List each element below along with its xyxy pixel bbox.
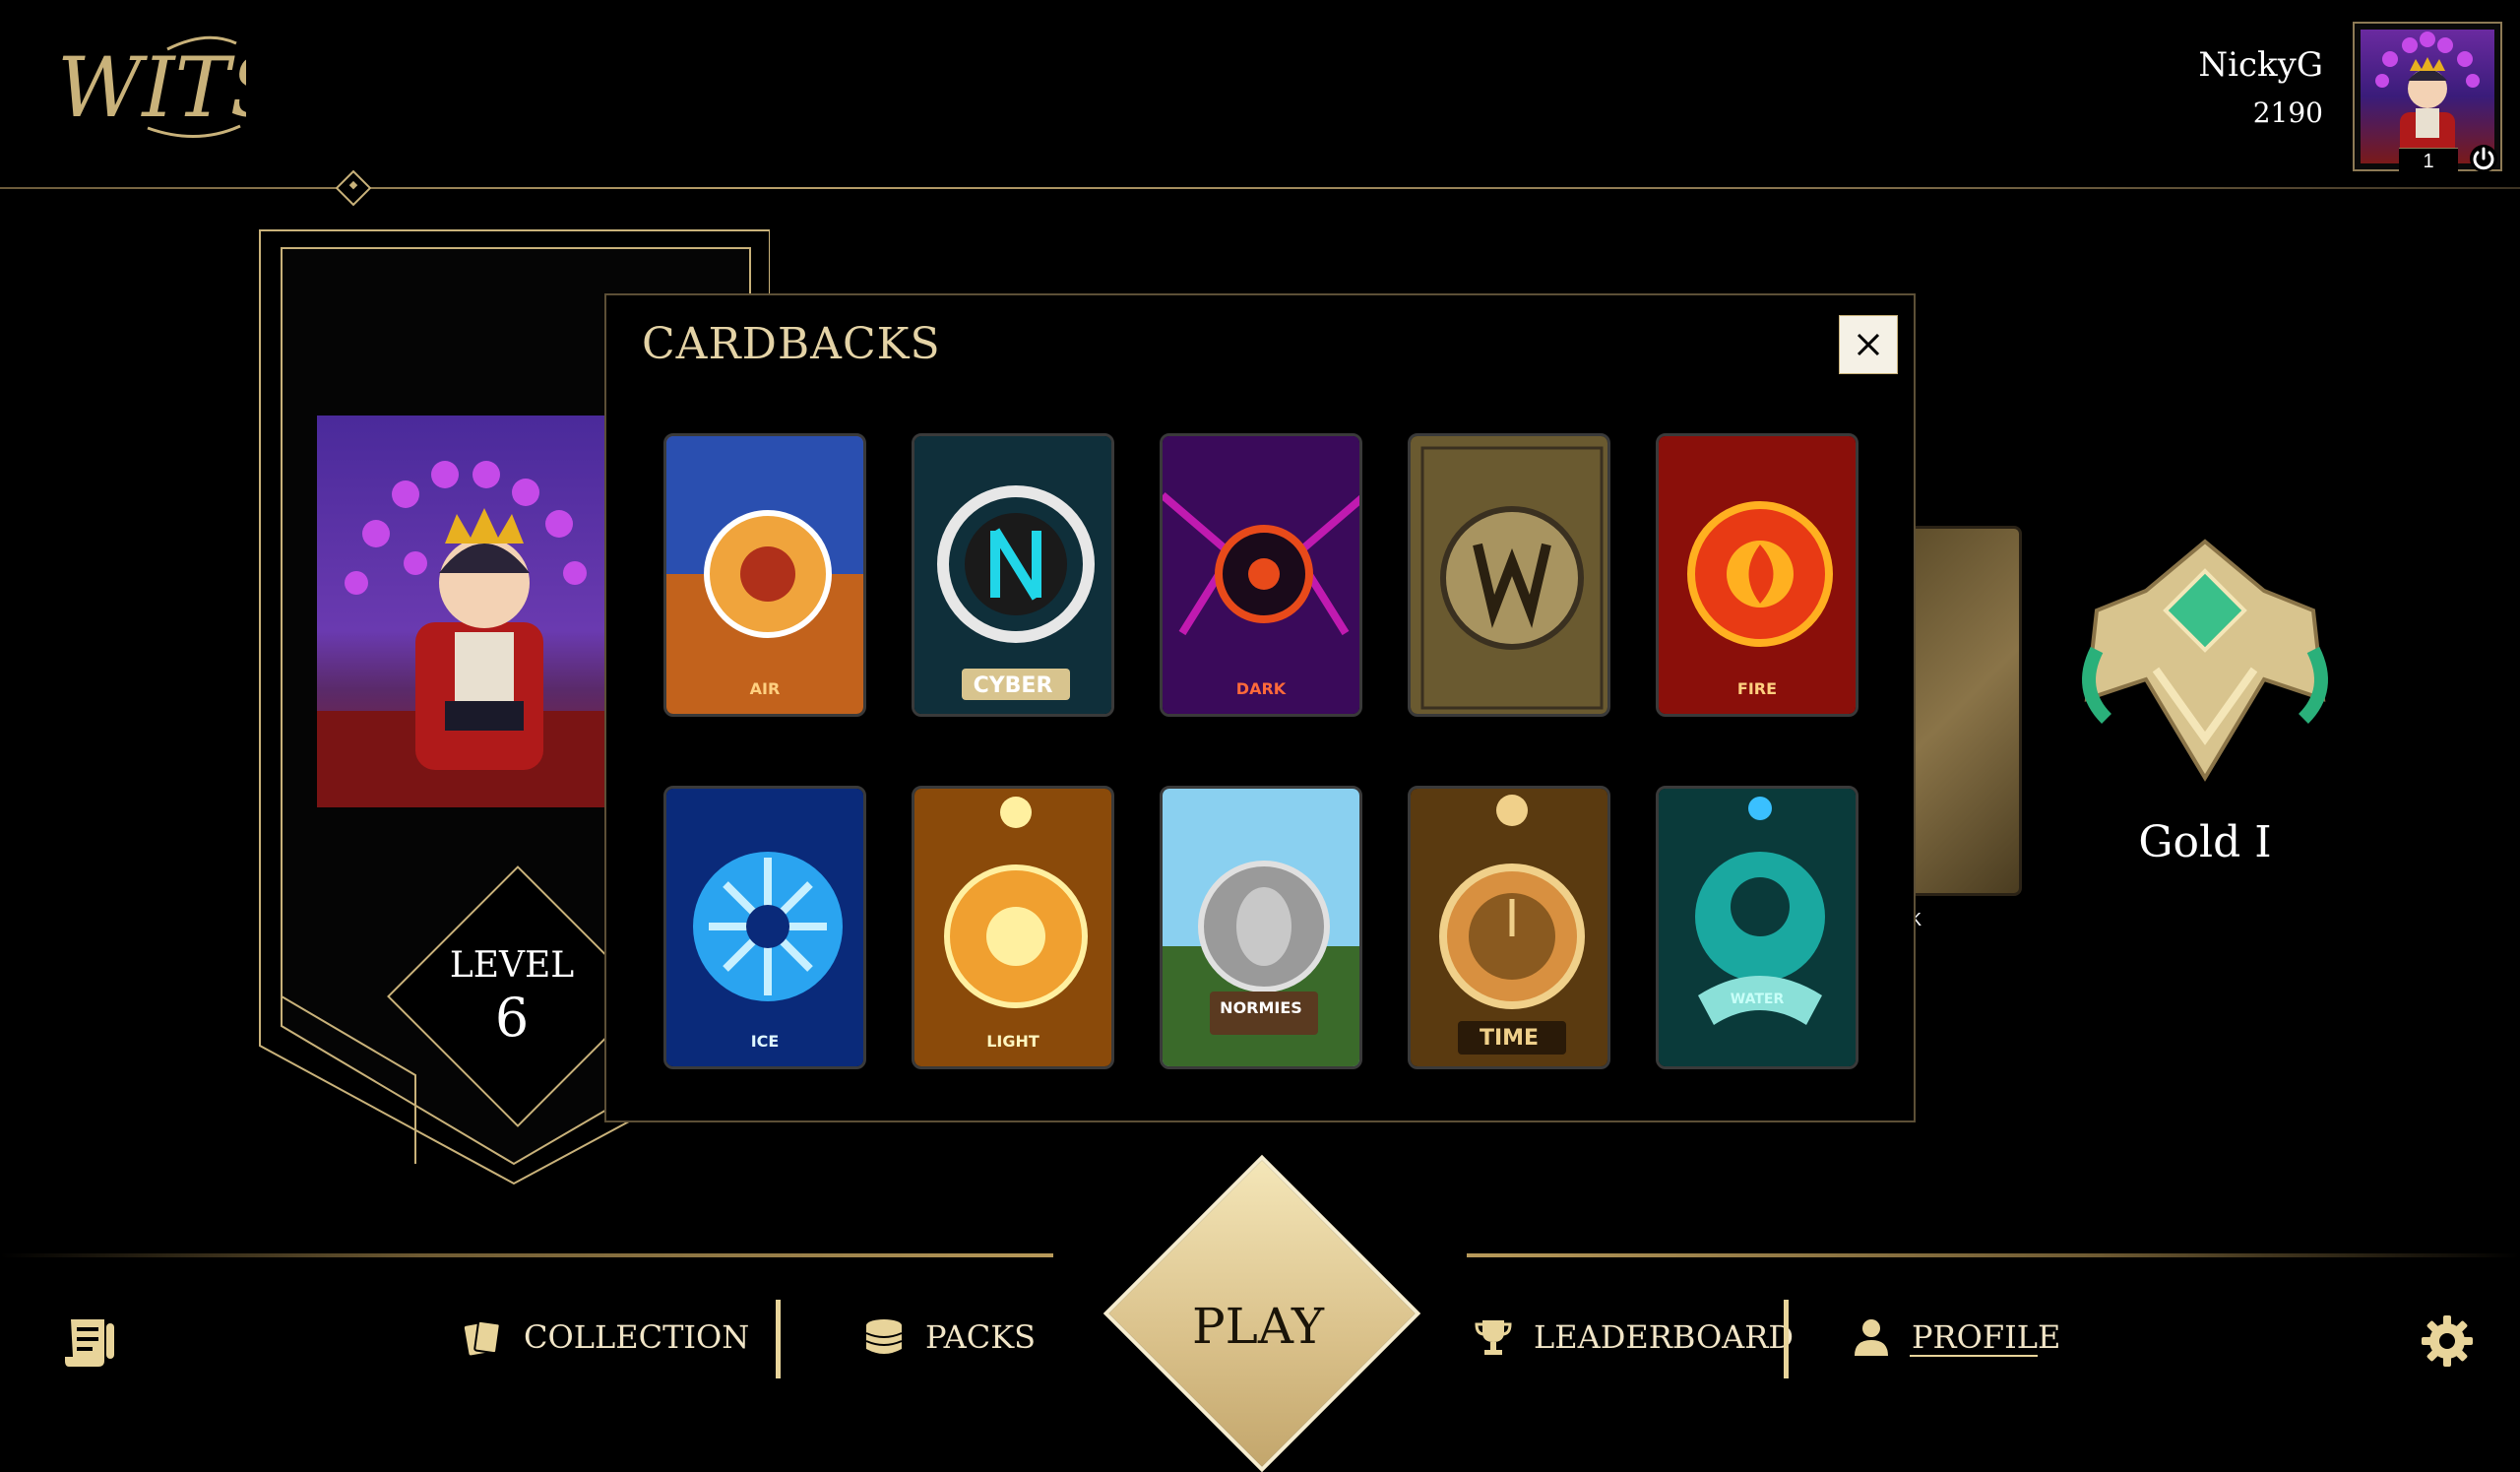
rank-name: Gold I [2138,817,2272,867]
cardback-air[interactable]: AIR [663,433,866,717]
cardback-cyber[interactable]: CYBER [912,433,1114,717]
cardback-fire[interactable]: FIRE [1656,433,1858,717]
user-icon [1855,1319,1888,1356]
level-label: LEVEL [449,945,575,986]
nav-profile-label: PROFILE [1912,1318,2061,1356]
level-value: 6 [494,987,530,1049]
cardback-label: DARK [1235,679,1287,698]
cardback-light[interactable]: LIGHT [912,786,1114,1069]
cardback-default-w[interactable]: W [1408,433,1610,717]
header-diamond-ornament [335,169,372,207]
nav-leaderboard[interactable]: LEADERBOARD [1473,1308,1794,1367]
cardback-label: W [1411,696,1607,698]
coin-stack-icon [865,1319,903,1354]
cardback-label: FIRE [1736,679,1778,698]
cardback-grid: AIR CYBER DARK W FIRE ICE LIGHT N [663,433,1874,1073]
gear-icon[interactable] [2420,1313,2475,1369]
nav-profile[interactable]: PROFILE [1851,1308,2060,1367]
wits-logo: WITS [57,35,246,138]
close-icon [1857,333,1880,356]
cardback-water[interactable]: WATER [1656,786,1858,1069]
header-divider [0,187,2520,189]
nav-glow-right [1467,1253,2520,1257]
close-button[interactable] [1839,315,1898,374]
play-label: PLAY [1192,1298,1324,1355]
nav-collection-label: COLLECTION [524,1318,750,1356]
nav-packs-label: PACKS [925,1318,1037,1356]
quests-scroll-icon[interactable] [61,1313,118,1371]
logo-text: WITS [57,39,246,136]
nav-glow-left [0,1253,1053,1257]
power-icon[interactable] [2469,144,2498,173]
trophy-icon [1475,1320,1512,1355]
cardback-dark[interactable]: DARK [1160,433,1362,717]
cardbacks-modal: CARDBACKS AIR CYBER DARK W FIRE [604,293,1916,1122]
rank-emblem-icon [2082,539,2328,782]
cardback-label: WATER [1730,992,1785,1007]
cardback-label: TIME [1479,1026,1540,1051]
cardback-label: AIR [749,679,781,698]
cardback-label: LIGHT [986,1032,1040,1051]
cardback-label: ICE [750,1032,780,1051]
profile-portrait [317,416,612,807]
modal-title: CARDBACKS [642,319,941,369]
nav-separator [1784,1300,1789,1378]
nav-leaderboard-label: LEADERBOARD [1534,1318,1795,1356]
nav-separator [776,1300,781,1378]
nav-packs[interactable]: PACKS [862,1308,1036,1367]
cardback-label: NORMIES [1220,998,1302,1017]
cardback-ice[interactable]: ICE [663,786,866,1069]
cards-icon [464,1319,501,1356]
active-tab-underline [1910,1355,2038,1357]
cardback-normies[interactable]: NORMIES [1160,786,1362,1069]
cardback-time[interactable]: TIME [1408,786,1610,1069]
cardback-label: CYBER [973,673,1053,698]
username: NickyG [2198,45,2323,85]
avatar-level-badge: 1 [2399,148,2458,174]
user-rating: 2190 [2252,96,2323,129]
nav-collection[interactable]: COLLECTION [463,1308,749,1367]
